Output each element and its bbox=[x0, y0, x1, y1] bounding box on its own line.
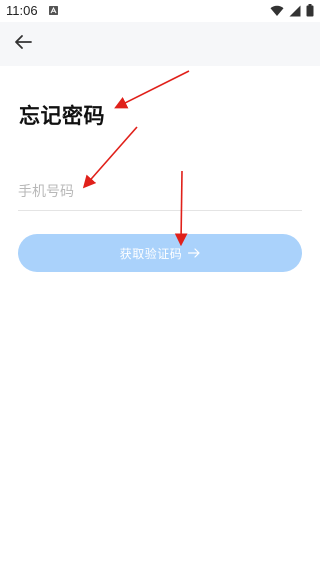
get-code-button[interactable]: 获取验证码 bbox=[18, 234, 302, 272]
signal-icon bbox=[289, 2, 301, 21]
a-app-icon bbox=[49, 6, 58, 15]
status-time: 11:06 bbox=[6, 3, 38, 18]
forgot-password-screen: 11:06 忘记密码 手机号码 获取验证码 bbox=[0, 0, 320, 568]
annotation-arrow-title bbox=[114, 70, 190, 109]
arrow-left-icon bbox=[14, 34, 32, 54]
get-code-button-label: 获取验证码 bbox=[119, 246, 183, 261]
wifi-icon bbox=[270, 2, 284, 21]
battery-icon bbox=[306, 2, 314, 21]
page-title: 忘记密码 bbox=[19, 104, 105, 128]
phone-input[interactable] bbox=[18, 176, 302, 208]
annotation-arrows bbox=[82, 70, 190, 247]
status-icons bbox=[270, 3, 314, 19]
status-bar: 11:06 bbox=[0, 0, 320, 22]
app-header bbox=[0, 22, 320, 66]
back-button[interactable] bbox=[10, 31, 36, 57]
arrow-right-icon bbox=[188, 248, 200, 258]
phone-field bbox=[18, 176, 302, 211]
